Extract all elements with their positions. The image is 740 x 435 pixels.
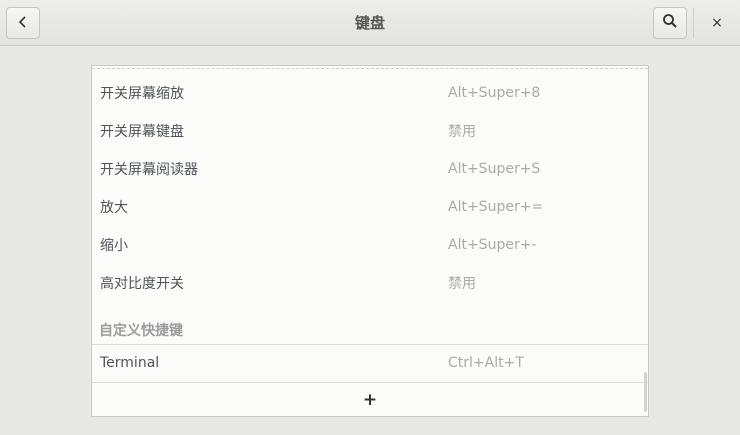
shortcut-row[interactable]: 开关屏幕缩放 Alt+Super+8 [92,74,648,112]
shortcut-accel: Alt+Super+S [448,161,541,177]
close-icon: × [711,15,723,31]
shortcut-name: 高对比度开关 [100,276,184,292]
shortcut-accel: Alt+Super+- [448,237,537,253]
shortcut-accel: Ctrl+Alt+T [448,355,524,371]
shortcut-row[interactable]: 开关屏幕键盘 禁用 [92,112,648,150]
shortcut-name: 开关屏幕缩放 [100,86,184,102]
close-button[interactable]: × [704,10,730,36]
shortcut-accel: Alt+Super+= [448,199,544,215]
shortcut-row[interactable]: 高对比度开关 禁用 [92,264,648,302]
drop-indicator [92,68,648,69]
shortcut-row[interactable]: 开关屏幕阅读器 Alt+Super+S [92,150,648,188]
custom-shortcuts-heading: 自定义快捷键 [99,323,183,339]
shortcut-name: 开关屏幕阅读器 [100,162,198,178]
shortcut-name: 缩小 [100,238,128,254]
page-title: 键盘 [354,14,385,32]
shortcut-name: Terminal [100,355,160,371]
shortcut-name: 开关屏幕键盘 [100,124,184,140]
shortcuts-list: 开关屏幕缩放 Alt+Super+8 开关屏幕键盘 禁用 开关屏幕阅读器 Alt… [91,65,649,417]
search-icon [662,13,678,33]
shortcut-row[interactable]: 放大 Alt+Super+= [92,188,648,226]
shortcut-row[interactable]: 缩小 Alt+Super+- [92,226,648,264]
plus-icon: + [362,390,378,410]
add-shortcut-button[interactable]: + [92,383,648,416]
shortcut-name: 放大 [100,200,128,216]
shortcut-accel: 禁用 [448,124,476,140]
header-separator [693,8,694,38]
scrollbar-thumb[interactable] [644,372,647,412]
header-bar: 键盘 × [0,0,740,46]
shortcut-accel: Alt+Super+8 [448,85,541,101]
search-button[interactable] [653,7,687,39]
custom-shortcut-row[interactable]: Terminal Ctrl+Alt+T [92,344,648,383]
shortcut-accel: 禁用 [448,276,476,292]
